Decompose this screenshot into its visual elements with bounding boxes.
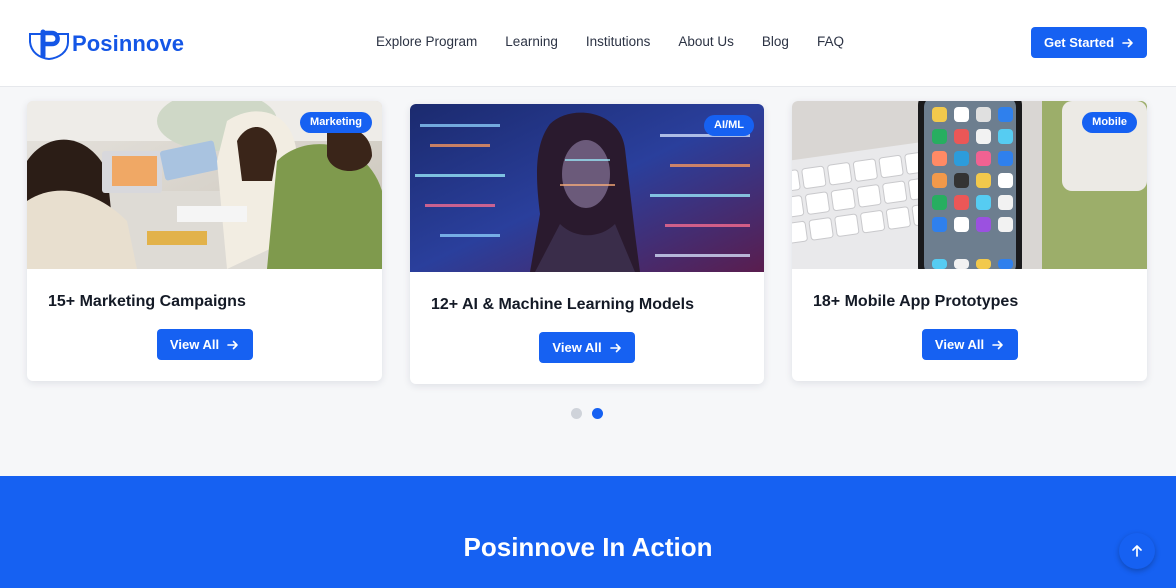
carousel-pagination (571, 408, 603, 419)
category-badge: Mobile (1082, 112, 1137, 133)
site-header: Posinnove Explore Program Learning Insti… (0, 0, 1176, 87)
arrow-right-icon (609, 343, 621, 352)
nav-faq[interactable]: FAQ (817, 33, 844, 51)
get-started-button[interactable]: Get Started (1031, 27, 1147, 58)
view-all-label: View All (934, 337, 985, 352)
action-section: Posinnove In Action (0, 476, 1176, 588)
get-started-label: Get Started (1043, 35, 1115, 50)
project-card-ai-ml: AI/ML 12+ AI & Machine Learning Models V… (410, 104, 764, 384)
category-badge: Marketing (300, 112, 372, 133)
logo-icon (28, 28, 72, 61)
carousel-dot-2-active[interactable] (592, 408, 603, 419)
nav-institutions[interactable]: Institutions (586, 33, 651, 51)
card-title: 18+ Mobile App Prototypes (813, 293, 1019, 310)
view-all-button[interactable]: View All (539, 332, 635, 363)
card-title: 12+ AI & Machine Learning Models (431, 296, 695, 313)
nav-blog[interactable]: Blog (762, 33, 789, 51)
arrow-up-icon (1132, 545, 1142, 557)
nav-explore-program[interactable]: Explore Program (376, 33, 477, 51)
project-card-marketing: Marketing 15+ Marketing Campaigns View A… (27, 101, 382, 381)
arrow-right-icon (1122, 38, 1133, 47)
view-all-label: View All (552, 340, 602, 355)
main-nav: Explore Program Learning Institutions Ab… (376, 33, 872, 51)
brand-name: Posinnove (72, 31, 185, 56)
project-card-mobile: Mobile 18+ Mobile App Prototypes View Al… (792, 101, 1147, 381)
section-title: Posinnove In Action (463, 532, 713, 562)
arrow-right-icon (992, 340, 1003, 349)
view-all-label: View All (169, 337, 220, 352)
arrow-right-icon (227, 340, 238, 349)
brand-logo[interactable]: Posinnove (28, 28, 185, 61)
view-all-button[interactable]: View All (921, 329, 1018, 360)
nav-about-us[interactable]: About Us (678, 33, 734, 51)
view-all-button[interactable]: View All (156, 329, 253, 360)
nav-learning[interactable]: Learning (505, 33, 558, 51)
scroll-to-top-button[interactable] (1119, 533, 1155, 569)
card-title: 15+ Marketing Campaigns (48, 293, 246, 310)
carousel-dot-1[interactable] (571, 408, 582, 419)
category-badge: AI/ML (704, 115, 754, 136)
